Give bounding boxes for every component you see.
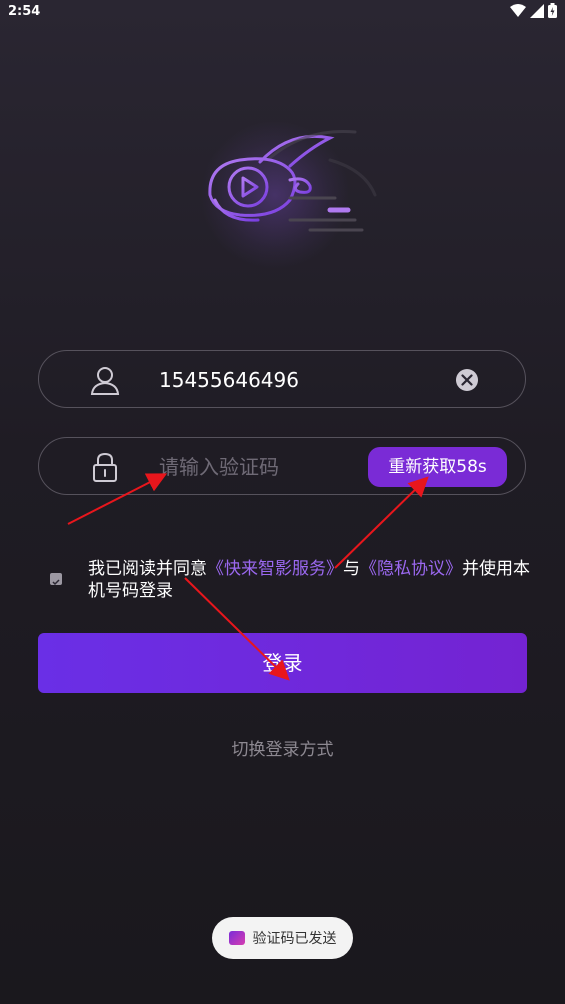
rabbit-play-logo: [208, 130, 377, 232]
status-icons: [510, 3, 557, 18]
agreement-text: 我已阅读并同意《快来智影服务》与《隐私协议》并使用本机号码登录: [88, 558, 538, 602]
privacy-policy-link[interactable]: 《隐私协议》: [360, 559, 462, 579]
login-button[interactable]: 登录: [38, 633, 527, 693]
user-icon: [90, 367, 120, 395]
wifi-icon: [510, 3, 526, 17]
phone-field[interactable]: [38, 350, 526, 408]
checkmark-icon: [52, 579, 60, 586]
phone-input[interactable]: [159, 364, 439, 396]
agreement-checkbox[interactable]: [50, 573, 62, 586]
status-bar: 2:54: [0, 0, 565, 24]
app-logo: [140, 100, 400, 280]
resend-code-button[interactable]: 重新获取58s: [368, 447, 507, 487]
agreement-connector: 与: [343, 559, 360, 579]
agreement-prefix: 我已阅读并同意: [88, 559, 207, 579]
status-time: 2:54: [8, 4, 41, 19]
lock-icon: [93, 452, 117, 482]
code-field[interactable]: 重新获取58s: [38, 437, 526, 495]
switch-login-method-link[interactable]: 切换登录方式: [0, 735, 565, 760]
app-icon: [228, 931, 245, 945]
signal-icon: [530, 3, 544, 18]
service-agreement-link[interactable]: 《快来智影服务》: [207, 559, 343, 579]
clear-icon[interactable]: [455, 368, 479, 392]
battery-icon: [548, 3, 557, 18]
toast: 验证码已发送: [212, 917, 353, 959]
toast-message: 验证码已发送: [252, 931, 337, 947]
